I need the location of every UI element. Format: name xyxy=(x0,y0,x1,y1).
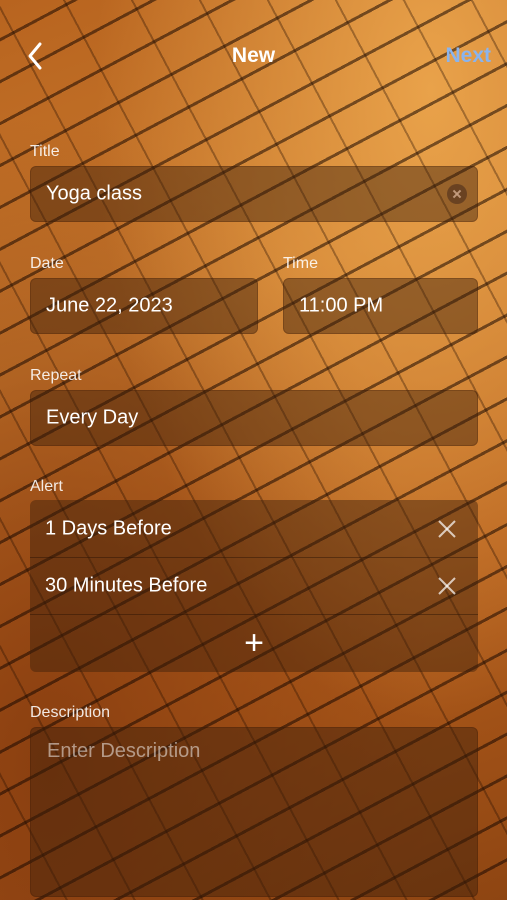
time-field[interactable]: 11:00 PM xyxy=(283,278,478,334)
alert-label: Alert xyxy=(30,478,63,495)
date-label: Date xyxy=(30,255,64,272)
close-icon[interactable] xyxy=(436,575,458,597)
add-alert-button[interactable]: + xyxy=(30,614,478,672)
repeat-value: Every Day xyxy=(46,406,139,429)
description-label: Description xyxy=(30,704,111,721)
alert-list: 1 Days Before 30 Minutes Before + xyxy=(30,500,478,672)
alert-item[interactable]: 1 Days Before xyxy=(30,500,478,558)
page-title: New xyxy=(231,44,276,67)
alert-item-label: 1 Days Before xyxy=(45,517,172,539)
alert-item[interactable]: 30 Minutes Before xyxy=(30,557,478,615)
clear-icon[interactable] xyxy=(447,184,467,204)
title-field[interactable]: Yoga class xyxy=(30,166,478,222)
date-value: June 22, 2023 xyxy=(46,294,173,317)
time-value: 11:00 PM xyxy=(299,294,384,317)
next-button[interactable]: Next xyxy=(445,44,491,68)
repeat-field[interactable]: Every Day xyxy=(30,390,478,446)
alert-item-label: 30 Minutes Before xyxy=(45,574,208,596)
nav-bar: New Next xyxy=(0,0,507,112)
description-field[interactable]: Enter Description xyxy=(30,727,478,897)
time-label: Time xyxy=(283,255,318,272)
close-icon[interactable] xyxy=(436,518,458,540)
title-label: Title xyxy=(30,143,60,160)
date-field[interactable]: June 22, 2023 xyxy=(30,278,258,334)
title-value: Yoga class xyxy=(46,182,142,205)
repeat-label: Repeat xyxy=(30,367,82,384)
description-placeholder: Enter Description xyxy=(47,740,201,762)
plus-icon: + xyxy=(244,624,264,662)
